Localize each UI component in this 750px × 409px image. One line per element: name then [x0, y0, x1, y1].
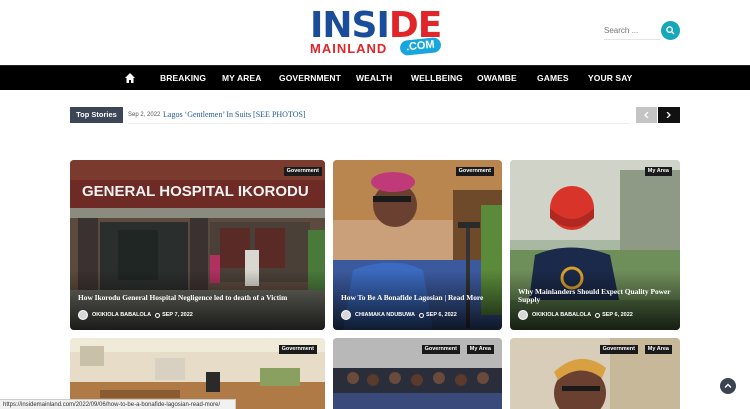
nav-item-your-say[interactable]: YOUR SAY: [588, 66, 632, 91]
article-title[interactable]: How To Be A Bonafide Lagosian | Read Mor…: [341, 294, 501, 302]
chevron-left-icon: [644, 112, 649, 118]
avatar: [518, 310, 528, 320]
author-name[interactable]: OKIKIOLA BABALOLA: [92, 312, 151, 318]
article-title[interactable]: Why Mainlanders Should Expect Quality Po…: [518, 288, 678, 304]
post-date: SEP 6, 2022: [602, 312, 633, 318]
author-name[interactable]: CHIAMAKA NDUBUWA: [355, 312, 415, 318]
author-name[interactable]: OKIKIOLA BABALOLA: [532, 312, 591, 318]
ticker-prev-button[interactable]: [636, 107, 657, 123]
category-badge-secondary[interactable]: My Area: [644, 345, 672, 354]
nav-item-games[interactable]: GAMES: [537, 66, 569, 91]
main-nav: BREAKING MY AREA GOVERNMENT WEALTH WELLB…: [0, 65, 750, 90]
chevron-right-icon: [666, 112, 671, 118]
scroll-to-top-button[interactable]: [720, 378, 736, 394]
ticker-date: Sep 2, 2022: [128, 112, 161, 118]
category-badge-secondary[interactable]: My Area: [466, 345, 494, 354]
article-card[interactable]: Government How To Be A Bonafide Lagosian…: [333, 160, 502, 330]
category-badge[interactable]: Government: [278, 345, 317, 354]
logo-mainland: MAINLAND: [310, 41, 388, 56]
ticker-divider: [128, 123, 630, 124]
clock-icon: [155, 312, 161, 318]
article-card[interactable]: Government My Area: [510, 338, 680, 409]
search-icon: [666, 26, 675, 35]
nav-item-owambe[interactable]: OWAMBE: [477, 66, 517, 91]
ticker-headline[interactable]: Lagos ‘Gentlemen’ In Suits [SEE PHOTOS]: [163, 107, 306, 123]
nav-item-breaking[interactable]: BREAKING: [160, 66, 206, 91]
category-badge[interactable]: Government: [599, 345, 638, 354]
post-date: SEP 6, 2022: [425, 312, 457, 318]
avatar: [341, 310, 351, 320]
top-stories-label: Top Stories: [70, 107, 123, 123]
article-meta: OKIKIOLA BABALOLA SEP 7, 2022: [78, 310, 193, 320]
article-card[interactable]: My Area Why Mainlanders Should Expect Qu…: [510, 160, 680, 330]
home-icon[interactable]: [125, 73, 135, 83]
category-badge[interactable]: Government: [283, 167, 322, 176]
avatar: [78, 310, 88, 320]
ticker-next-button[interactable]: [658, 107, 680, 123]
search-button[interactable]: [661, 21, 680, 40]
nav-item-wellbeing[interactable]: WELLBEING: [411, 66, 463, 91]
category-badge[interactable]: My Area: [644, 167, 672, 176]
chevron-up-icon: [724, 383, 732, 388]
category-badge[interactable]: Government: [421, 345, 460, 354]
site-logo[interactable]: INSIDE MAINLAND .COM: [310, 8, 444, 57]
clock-icon: [418, 312, 424, 318]
nav-item-wealth[interactable]: WEALTH: [356, 66, 392, 91]
article-card[interactable]: Government My Area: [333, 338, 502, 409]
article-meta: CHIAMAKA NDUBUWA SEP 6, 2022: [341, 310, 457, 320]
clock-icon: [595, 312, 601, 318]
article-title[interactable]: How Ikorodu General Hospital Negligence …: [78, 294, 318, 302]
nav-item-government[interactable]: GOVERNMENT: [279, 66, 341, 91]
search-input[interactable]: [604, 22, 660, 40]
post-date: SEP 7, 2022: [162, 312, 193, 318]
logo-com-badge: .COM: [399, 36, 442, 57]
hospital-sign: GENERAL HOSPITAL IKORODU: [82, 183, 309, 200]
status-bar-url: https://insidemainland.com/2022/09/06/ho…: [0, 399, 236, 409]
category-badge[interactable]: Government: [455, 167, 494, 176]
article-meta: OKIKIOLA BABALOLA SEP 6, 2022: [518, 310, 633, 320]
article-card[interactable]: GENERAL HOSPITAL IKORODU Government How …: [70, 160, 325, 330]
nav-item-my-area[interactable]: MY AREA: [222, 66, 261, 91]
